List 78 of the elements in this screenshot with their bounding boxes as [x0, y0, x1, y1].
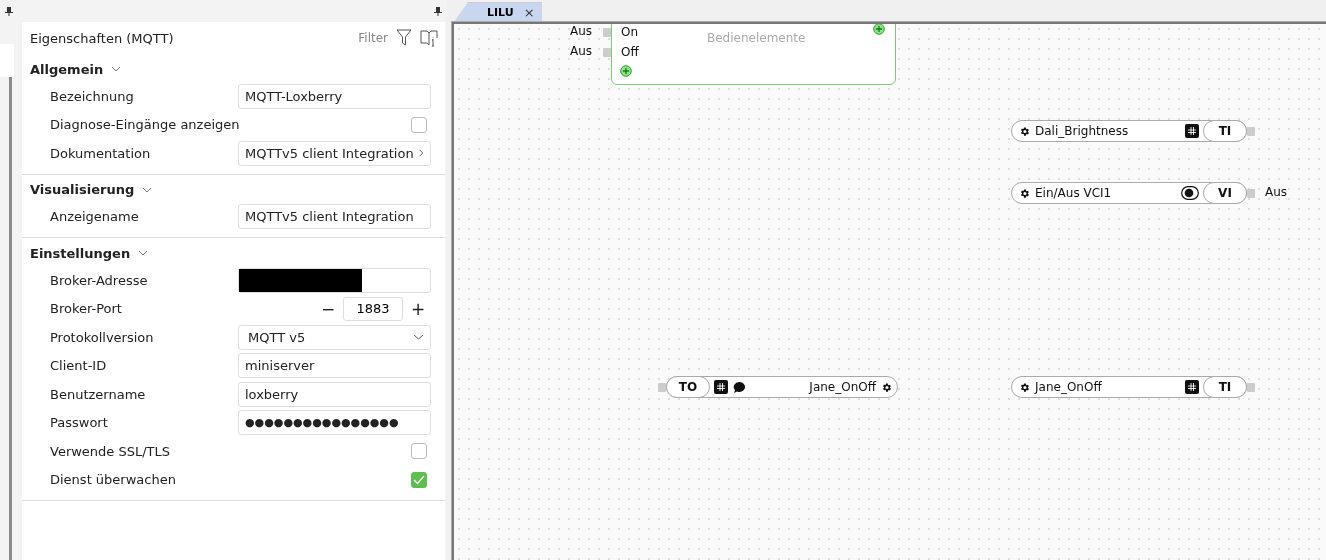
close-button[interactable]: ×: [523, 5, 535, 20]
node-label: Jane_OnOff: [1035, 380, 1103, 394]
input-node[interactable]: Ein/Aus VCI1 VI: [1011, 182, 1247, 204]
increment-button[interactable]: +: [405, 298, 431, 319]
section-header[interactable]: Allgemein: [22, 56, 122, 82]
pin-icon[interactable]: [5, 6, 13, 16]
output-node[interactable]: TO Jane_OnOff: [666, 376, 898, 398]
property-label: Passwort: [50, 415, 109, 431]
panel-title: Eigenschaften (MQTT): [30, 30, 175, 46]
block-title: Bedienelemente: [707, 31, 806, 45]
text-field[interactable]: miniserver: [238, 353, 431, 379]
checkbox[interactable]: [411, 471, 427, 488]
node-type: TI: [1203, 120, 1247, 142]
node-label: Dali_Brightness: [1035, 124, 1130, 138]
hash-icon: [714, 380, 728, 394]
property-label: Anzeigename: [50, 209, 140, 225]
add-icon[interactable]: [620, 65, 632, 77]
section-header[interactable]: Visualisierung: [22, 176, 153, 203]
node-label: Ein/Aus VCI1: [1035, 186, 1113, 200]
checkbox[interactable]: [411, 443, 427, 460]
filter-label: Filter: [358, 31, 388, 45]
input-reading: Aus: [570, 44, 593, 58]
text-field[interactable]: MQTTv5 client Integration: [238, 204, 431, 230]
hash-icon: [1185, 124, 1199, 138]
caret-icon: [413, 333, 424, 342]
gear-icon: [1019, 187, 1030, 199]
property-label: Bezeichnung: [50, 88, 135, 104]
property-label: Client-ID: [50, 358, 108, 374]
checkbox[interactable]: [411, 116, 427, 133]
hash-icon: [1185, 380, 1199, 394]
info-book-icon[interactable]: [420, 29, 438, 47]
chevron-icon: [138, 248, 149, 258]
text-field[interactable]: MQTT-Loxberry: [238, 83, 431, 109]
node-label: Jane_OnOff: [807, 380, 876, 394]
node-reading: Aus: [1265, 185, 1288, 199]
filter-icon[interactable]: [396, 29, 412, 47]
gear-icon: [1019, 381, 1030, 393]
number-field[interactable]: 1883: [343, 296, 403, 321]
password-field[interactable]: ●●●●●●●●●●●●●●●●: [238, 410, 431, 436]
decrement-button[interactable]: −: [315, 298, 341, 319]
output-connector[interactable]: [1247, 189, 1255, 198]
document-tab[interactable]: LILU ×: [454, 2, 542, 22]
input-connector[interactable]: [603, 48, 611, 57]
scrollbar[interactable]: [9, 77, 12, 560]
input-reading: Aus: [570, 24, 593, 38]
property-label: Diagnose-Eingänge anzeigen: [50, 117, 241, 133]
node-type: VI: [1203, 182, 1247, 204]
gear-icon: [1019, 125, 1030, 137]
block-input-label: On: [621, 25, 639, 39]
property-label: Benutzername: [50, 386, 147, 402]
input-connector[interactable]: [603, 28, 611, 37]
output-connector[interactable]: [1247, 127, 1255, 136]
input-connector[interactable]: [658, 383, 666, 392]
section-header[interactable]: Einstellungen: [22, 240, 149, 266]
gear-icon: [881, 381, 892, 393]
node-type: TI: [1203, 376, 1247, 398]
property-label: Broker-Adresse: [50, 272, 149, 288]
node-type: TO: [666, 376, 710, 398]
chevron-icon: [111, 64, 122, 74]
block-input-label: Off: [621, 45, 639, 59]
text-field[interactable]: [238, 267, 431, 293]
input-node[interactable]: Jane_OnOff TI: [1011, 376, 1247, 398]
property-label: Broker-Port: [50, 301, 123, 317]
chevron-icon: [417, 148, 424, 159]
pin-icon[interactable]: [434, 6, 442, 16]
link-field[interactable]: MQTTv5 client Integration: [238, 140, 431, 166]
property-label: Verwende SSL/TLS: [50, 443, 172, 459]
speech-bubble-icon: [733, 380, 746, 394]
property-label: Dienst überwachen: [50, 472, 177, 488]
toggle-icon: [1181, 186, 1199, 200]
dropdown[interactable]: MQTT v5: [238, 324, 431, 350]
add-icon[interactable]: [873, 24, 885, 35]
function-block[interactable]: On Off Bedienelemente: [611, 24, 896, 85]
property-label: Dokumentation: [50, 145, 152, 161]
input-node[interactable]: Dali_Brightness TI: [1011, 120, 1247, 142]
property-label: Protokollversion: [50, 329, 155, 345]
text-field[interactable]: loxberry: [238, 381, 431, 407]
output-connector[interactable]: [1247, 383, 1255, 392]
